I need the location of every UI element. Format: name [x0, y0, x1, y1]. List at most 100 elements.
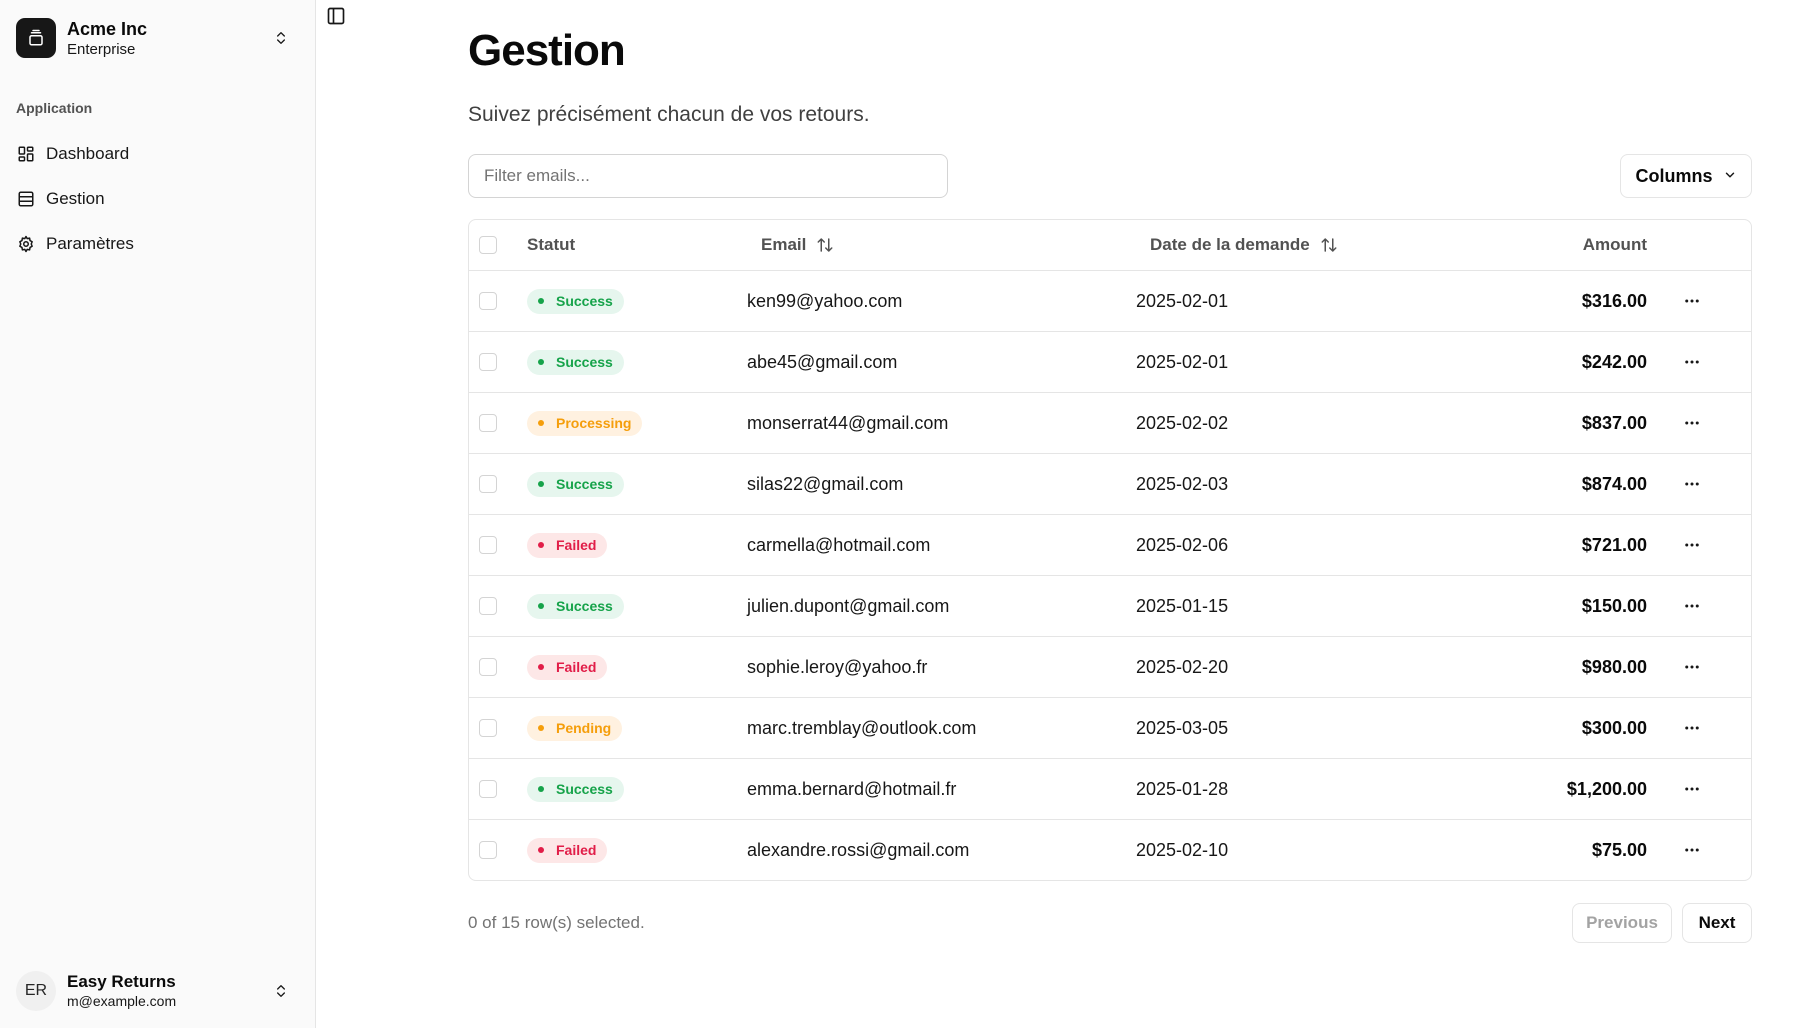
- row-actions-icon[interactable]: [1683, 393, 1701, 453]
- status-badge: Success: [527, 349, 624, 375]
- amount-cell: $721.00: [1581, 534, 1647, 555]
- sort-icon[interactable]: [1320, 236, 1338, 254]
- table-row: Success ken99@yahoo.com 2025-02-01 $316.00: [469, 270, 1751, 331]
- returns-table: Statut Email Date de la demande Amount S…: [468, 219, 1752, 881]
- status-dot: [538, 725, 544, 731]
- status-label: Pending: [556, 720, 612, 736]
- status-column-header: Statut: [527, 235, 576, 254]
- amount-cell: $837.00: [1581, 412, 1647, 433]
- sidebar-item-label: Dashboard: [46, 143, 130, 163]
- amount-cell: $300.00: [1581, 717, 1647, 738]
- sort-icon[interactable]: [816, 236, 834, 254]
- email-filter-input[interactable]: [468, 154, 948, 198]
- status-dot: [538, 481, 544, 487]
- table-row: Processing monserrat44@gmail.com 2025-02-0…: [469, 392, 1751, 453]
- sidebar-toggle-icon[interactable]: [326, 6, 346, 26]
- date-cell: 2025-02-01: [1136, 351, 1229, 372]
- table-row: Failed carmella@hotmail.com 2025-02-06 $721…: [469, 514, 1751, 575]
- amount-cell: $1,200.00: [1566, 778, 1647, 799]
- user-menu[interactable]: ER Easy Returns m@example.com: [16, 968, 299, 1014]
- date-cell: 2025-02-20: [1136, 656, 1229, 677]
- sidebar-item-parametres[interactable]: Paramètres: [16, 221, 299, 266]
- row-actions-icon[interactable]: [1683, 271, 1701, 331]
- row-checkbox[interactable]: [479, 780, 497, 798]
- table-row: Failed alexandre.rossi@gmail.com 2025-02-1…: [469, 819, 1751, 880]
- row-actions-icon[interactable]: [1683, 515, 1701, 575]
- status-badge: Failed: [527, 654, 608, 680]
- status-label: Success: [556, 354, 613, 370]
- row-checkbox[interactable]: [479, 658, 497, 676]
- org-switcher[interactable]: Acme Inc Enterprise: [16, 16, 299, 60]
- row-actions-icon[interactable]: [1683, 759, 1701, 819]
- sidebar-item-dashboard[interactable]: Dashboard: [16, 131, 299, 176]
- row-checkbox[interactable]: [479, 597, 497, 615]
- email-cell: silas22@gmail.com: [747, 473, 904, 494]
- email-column-header[interactable]: Email: [761, 220, 834, 270]
- row-checkbox[interactable]: [479, 414, 497, 432]
- date-cell: 2025-02-02: [1136, 412, 1229, 433]
- previous-button[interactable]: Previous: [1572, 903, 1672, 943]
- select-all-checkbox[interactable]: [479, 236, 497, 254]
- date-cell: 2025-03-05: [1136, 717, 1229, 738]
- pagination: Previous Next: [1572, 903, 1752, 943]
- row-actions-icon[interactable]: [1683, 576, 1701, 636]
- avatar: ER: [16, 971, 56, 1011]
- app: Acme Inc Enterprise Application Dashboar…: [0, 0, 1796, 1028]
- row-checkbox[interactable]: [479, 353, 497, 371]
- chevron-down-icon: [1723, 166, 1737, 187]
- status-dot: [538, 542, 544, 548]
- email-cell: abe45@gmail.com: [747, 351, 898, 372]
- status-badge: Success: [527, 288, 624, 314]
- status-badge: Failed: [527, 532, 608, 558]
- amount-cell: $316.00: [1581, 290, 1647, 311]
- status-label: Failed: [556, 842, 597, 858]
- row-actions-icon[interactable]: [1683, 454, 1701, 514]
- row-checkbox[interactable]: [479, 536, 497, 554]
- row-actions-icon[interactable]: [1683, 637, 1701, 697]
- amount-column-header: Amount: [1582, 235, 1647, 254]
- status-badge: Success: [527, 776, 624, 802]
- table-row: Pending marc.tremblay@outlook.com 2025-03-…: [469, 697, 1751, 758]
- status-badge: Success: [527, 593, 624, 619]
- email-cell: ken99@yahoo.com: [747, 290, 903, 311]
- row-actions-icon[interactable]: [1683, 698, 1701, 758]
- status-label: Processing: [556, 415, 632, 431]
- date-column-header[interactable]: Date de la demande: [1150, 220, 1338, 270]
- row-actions-icon[interactable]: [1683, 332, 1701, 392]
- row-checkbox[interactable]: [479, 475, 497, 493]
- email-cell: emma.bernard@hotmail.fr: [747, 778, 957, 799]
- status-label: Success: [556, 293, 613, 309]
- sidebar-item-label: Paramètres: [46, 233, 134, 253]
- status-dot: [538, 664, 544, 670]
- status-badge: Success: [527, 471, 624, 497]
- date-cell: 2025-02-03: [1136, 473, 1229, 494]
- status-badge: Processing: [527, 410, 643, 436]
- gear-icon: [16, 234, 36, 254]
- row-actions-icon[interactable]: [1683, 820, 1701, 880]
- row-checkbox[interactable]: [479, 841, 497, 859]
- date-cell: 2025-02-10: [1136, 839, 1229, 860]
- columns-button-label: Columns: [1635, 165, 1713, 186]
- amount-cell: $980.00: [1581, 656, 1647, 677]
- sidebar-item-label: Gestion: [46, 188, 105, 208]
- date-cell: 2025-02-01: [1136, 290, 1229, 311]
- row-checkbox[interactable]: [479, 719, 497, 737]
- table-header-row: Statut Email Date de la demande Amount: [469, 220, 1751, 270]
- status-dot: [538, 420, 544, 426]
- sidebar-item-gestion[interactable]: Gestion: [16, 176, 299, 221]
- table-row: Success julien.dupont@gmail.com 2025-01-15…: [469, 575, 1751, 636]
- row-checkbox[interactable]: [479, 292, 497, 310]
- next-button[interactable]: Next: [1682, 903, 1752, 943]
- amount-cell: $75.00: [1591, 839, 1647, 860]
- email-cell: julien.dupont@gmail.com: [747, 595, 950, 616]
- status-label: Success: [556, 476, 613, 492]
- columns-button[interactable]: Columns: [1620, 154, 1752, 198]
- main-content: Gestion Suivez précisément chacun de vos…: [316, 0, 1796, 1028]
- status-label: Success: [556, 598, 613, 614]
- email-cell: carmella@hotmail.com: [747, 534, 931, 555]
- email-cell: sophie.leroy@yahoo.fr: [747, 656, 928, 677]
- gallery-icon: [16, 18, 56, 58]
- status-dot: [538, 359, 544, 365]
- org-name: Acme Inc: [67, 18, 148, 39]
- page-subtitle: Suivez précisément chacun de vos retours…: [468, 103, 870, 126]
